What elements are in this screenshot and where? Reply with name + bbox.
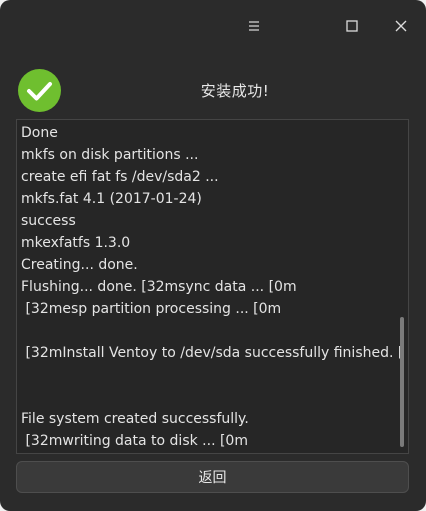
title-bar — [0, 0, 426, 52]
log-line: Done — [21, 125, 58, 141]
hamburger-icon[interactable] — [240, 12, 268, 40]
log-line: create efi fat fs /dev/sda2 ... — [21, 169, 219, 185]
back-button[interactable]: 返回 — [16, 461, 409, 493]
log-line: [32mwriting data to disk ... [0m — [21, 433, 248, 449]
log-output[interactable]: Done mkfs on disk partitions ... create ef… — [16, 119, 409, 454]
scrollbar-thumb[interactable] — [400, 317, 404, 447]
log-lines: Done mkfs on disk partitions ... create ef… — [21, 122, 401, 452]
log-line: mkfs on disk partitions ... — [21, 147, 199, 163]
status-title: 安装成功! — [200, 82, 270, 100]
log-line: [32mesp partition processing ... [0m — [21, 301, 282, 317]
close-icon[interactable] — [387, 12, 415, 40]
log-line: Flushing... done. [32msync data ... [0m — [21, 279, 297, 295]
installer-window: 安装成功! Done mkfs on disk partitions ... cre… — [0, 0, 426, 511]
log-scrollbar[interactable] — [400, 122, 406, 451]
log-line: mkfs.fat 4.1 (2017-01-24) — [21, 191, 202, 207]
maximize-icon[interactable] — [338, 12, 366, 40]
log-line: success — [21, 213, 76, 229]
log-line — [21, 364, 401, 386]
log-line: Creating... done. — [21, 257, 138, 273]
log-line: [32mInstall Ventoy to /dev/sda successfu… — [21, 345, 401, 361]
log-line — [21, 386, 401, 408]
log-line: File system created successfully. — [21, 411, 249, 427]
log-line — [21, 320, 401, 342]
log-line: mkexfatfs 1.3.0 — [21, 235, 131, 251]
status-row: 安装成功! — [0, 64, 426, 116]
